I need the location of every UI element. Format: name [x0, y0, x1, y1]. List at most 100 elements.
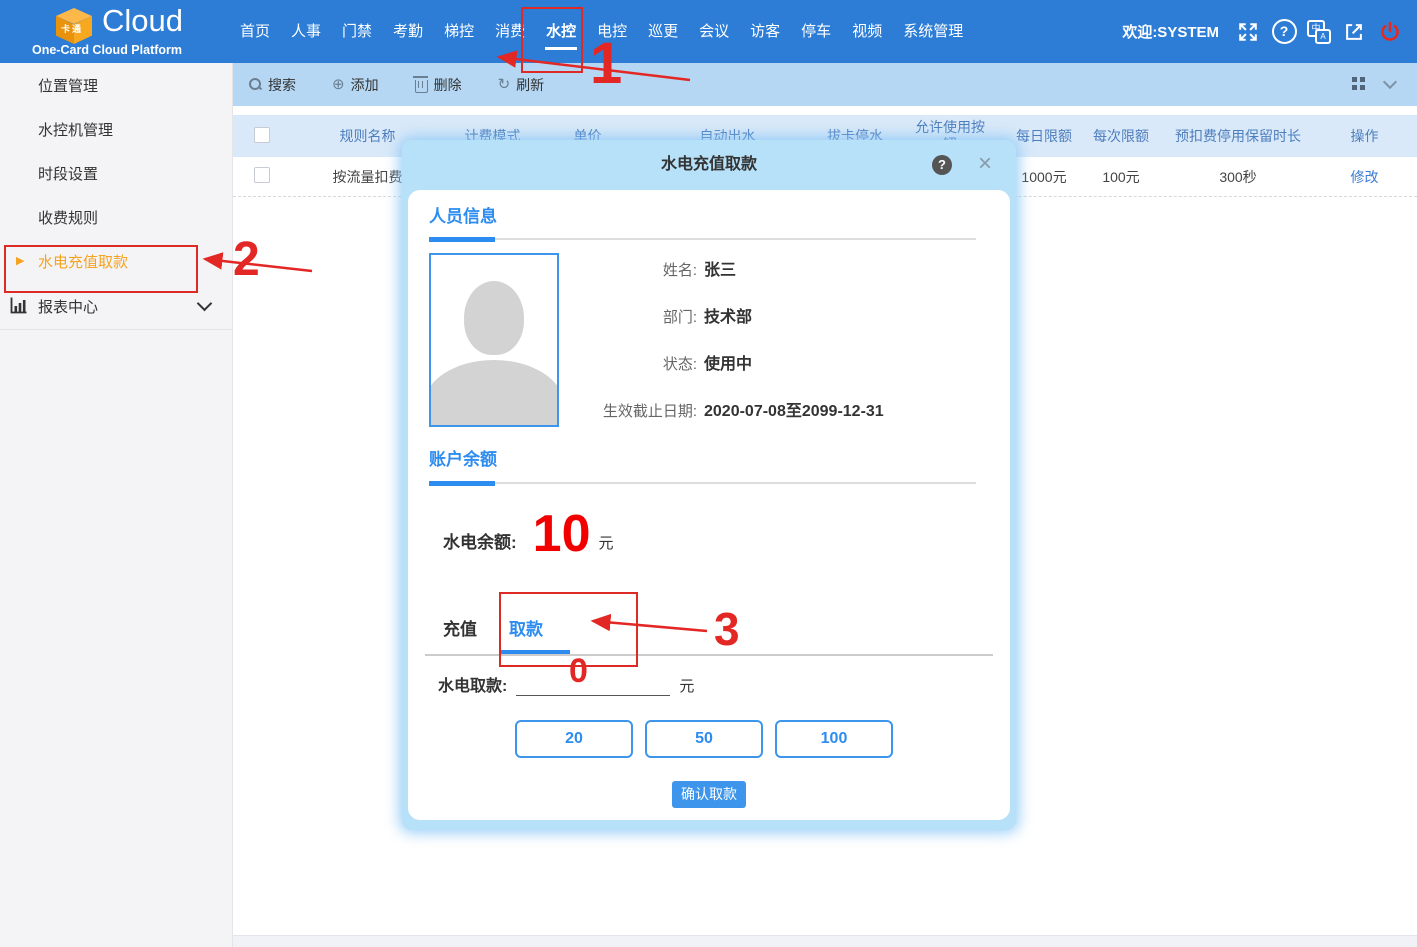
column-per-limit: 每次限额 — [1078, 126, 1164, 146]
withdraw-amount-input[interactable] — [516, 673, 670, 696]
refresh-button[interactable]: ↻ 刷新 — [498, 75, 545, 95]
sidebar: 位置管理 水控机管理 时段设置 收费规则 ▶ 水电充值取款 报表中心 — [0, 63, 233, 947]
logo-characters: 卡通 — [61, 22, 83, 35]
delete-button[interactable]: 删除 — [415, 75, 462, 95]
nav-item-access[interactable]: 门禁 — [340, 0, 374, 63]
nav-item-parking[interactable]: 停车 — [799, 0, 833, 63]
sidebar-item-label: 水控机管理 — [38, 119, 113, 140]
sidebar-item-label: 位置管理 — [38, 75, 98, 96]
withdraw-amount-row: 水电取款: 元 — [438, 672, 694, 696]
dialog-header: 水电充值取款 ? × — [402, 140, 1016, 190]
tabs-divider — [425, 654, 993, 656]
welcome-user-label: 欢迎:SYSTEM — [1122, 21, 1219, 42]
collapse-chevron-icon[interactable] — [1383, 75, 1397, 89]
column-settings-icon[interactable] — [1352, 77, 1365, 90]
sidebar-item-water-controller-mgmt[interactable]: 水控机管理 — [0, 107, 232, 151]
recharge-withdraw-tabs: 充值 取款 — [443, 615, 543, 640]
tab-recharge[interactable]: 充值 — [443, 615, 477, 640]
nav-item-patrol[interactable]: 巡更 — [646, 0, 680, 63]
refresh-icon: ↻ — [498, 78, 511, 92]
field-status: 状态: 使用中 — [408, 350, 928, 370]
quick-amount-20-button[interactable]: 20 — [515, 720, 633, 758]
app-window: 卡通 Cloud One-Card Cloud Platform 首页 人事 门… — [0, 0, 1417, 947]
trash-icon — [415, 80, 428, 93]
chevron-down-icon[interactable] — [197, 296, 213, 312]
balance-value: 10 — [533, 508, 591, 560]
section-divider — [429, 238, 976, 240]
select-all-checkbox[interactable] — [254, 127, 270, 143]
bar-chart-icon — [9, 296, 28, 319]
field-label: 状态: — [408, 353, 697, 374]
sidebar-item-label: 收费规则 — [38, 207, 98, 228]
column-daily-limit: 每日限额 — [1010, 126, 1078, 146]
sidebar-item-recharge-withdraw[interactable]: ▶ 水电充值取款 — [0, 239, 232, 283]
nav-item-elevator[interactable]: 梯控 — [442, 0, 476, 63]
recharge-withdraw-dialog: 水电充值取款 ? × 人员信息 姓名: 张三 部门: 技术部 — [402, 140, 1016, 830]
brand-subtitle: One-Card Cloud Platform — [32, 43, 182, 57]
nav-item-video[interactable]: 视频 — [850, 0, 884, 63]
sidebar-item-location-mgmt[interactable]: 位置管理 — [0, 63, 232, 107]
nav-item-home[interactable]: 首页 — [238, 0, 272, 63]
dialog-body: 人员信息 姓名: 张三 部门: 技术部 状态: 使用中 — [408, 190, 1010, 820]
add-button[interactable]: ⊕ 添加 — [332, 75, 379, 95]
toolbar: 搜索 ⊕ 添加 删除 ↻ 刷新 — [233, 63, 1417, 106]
add-button-label: 添加 — [351, 75, 379, 95]
field-label: 部门: — [408, 306, 697, 327]
search-button-label: 搜索 — [268, 75, 296, 95]
row-checkbox[interactable] — [254, 167, 270, 183]
withdraw-amount-label: 水电取款: — [438, 672, 507, 696]
main-nav: 首页 人事 门禁 考勤 梯控 消费 水控 电控 巡更 会议 访客 停车 视频 系… — [238, 0, 965, 63]
balance-unit: 元 — [599, 532, 614, 560]
confirm-withdraw-button[interactable]: 确认取款 — [672, 781, 746, 808]
withdraw-unit: 元 — [679, 675, 694, 696]
delete-button-label: 删除 — [434, 75, 462, 95]
nav-item-personnel[interactable]: 人事 — [289, 0, 323, 63]
refresh-button-label: 刷新 — [516, 75, 544, 95]
row-per-limit: 100元 — [1078, 167, 1164, 187]
nav-item-visitor[interactable]: 访客 — [748, 0, 782, 63]
quick-amount-100-button[interactable]: 100 — [775, 720, 893, 758]
help-icon[interactable]: ? — [1271, 19, 1297, 45]
search-button[interactable]: 搜索 — [249, 75, 296, 95]
sidebar-item-label: 报表中心 — [38, 296, 98, 317]
field-value: 技术部 — [704, 303, 752, 327]
nav-item-system[interactable]: 系统管理 — [901, 0, 965, 63]
person-fields: 姓名: 张三 部门: 技术部 状态: 使用中 生效截止日期: 2020-07-0… — [408, 256, 928, 444]
translate-icon[interactable]: 中 A — [1307, 20, 1331, 44]
column-prededuct-retain: 预扣费停用保留时长 — [1164, 126, 1312, 146]
tab-withdraw[interactable]: 取款 — [509, 615, 543, 640]
active-triangle-icon: ▶ — [16, 254, 24, 267]
nav-right-tools: 欢迎:SYSTEM ? 中 A — [1122, 0, 1403, 63]
power-logout-icon[interactable] — [1377, 19, 1403, 45]
brand-logo: 卡通 Cloud One-Card Cloud Platform — [30, 0, 240, 63]
field-department: 部门: 技术部 — [408, 303, 928, 323]
toolbar-right-tools — [1352, 77, 1395, 90]
dialog-title: 水电充值取款 — [402, 140, 1016, 190]
field-name: 姓名: 张三 — [408, 256, 928, 276]
sidebar-item-charging-rules[interactable]: 收费规则 — [0, 195, 232, 239]
dialog-close-icon[interactable]: × — [978, 151, 992, 177]
balance-label: 水电余额: — [443, 528, 517, 560]
sidebar-item-time-period[interactable]: 时段设置 — [0, 151, 232, 195]
balance-row: 水电余额: 10 元 — [443, 508, 614, 560]
column-actions: 操作 — [1312, 126, 1417, 146]
nav-item-electric[interactable]: 电控 — [595, 0, 629, 63]
row-prededuct-retain: 300秒 — [1164, 167, 1312, 187]
sidebar-item-report-center[interactable]: 报表中心 — [0, 283, 232, 330]
row-modify-link[interactable]: 修改 — [1312, 167, 1417, 187]
nav-item-meeting[interactable]: 会议 — [697, 0, 731, 63]
balance-section-title: 账户余额 — [429, 445, 497, 470]
brand-name: Cloud — [102, 3, 183, 39]
row-daily-limit: 1000元 — [1010, 167, 1078, 187]
dialog-help-icon[interactable]: ? — [932, 155, 952, 175]
add-icon: ⊕ — [332, 78, 345, 92]
quick-amount-50-button[interactable]: 50 — [645, 720, 763, 758]
nav-item-water-control[interactable]: 水控 — [544, 0, 578, 63]
fullscreen-icon[interactable] — [1235, 19, 1261, 45]
search-icon — [249, 78, 262, 91]
nav-item-attendance[interactable]: 考勤 — [391, 0, 425, 63]
quick-amount-buttons: 20 50 100 — [515, 720, 893, 758]
nav-item-consume[interactable]: 消费 — [493, 0, 527, 63]
new-window-icon[interactable] — [1341, 19, 1367, 45]
person-info-section-title: 人员信息 — [429, 202, 497, 227]
